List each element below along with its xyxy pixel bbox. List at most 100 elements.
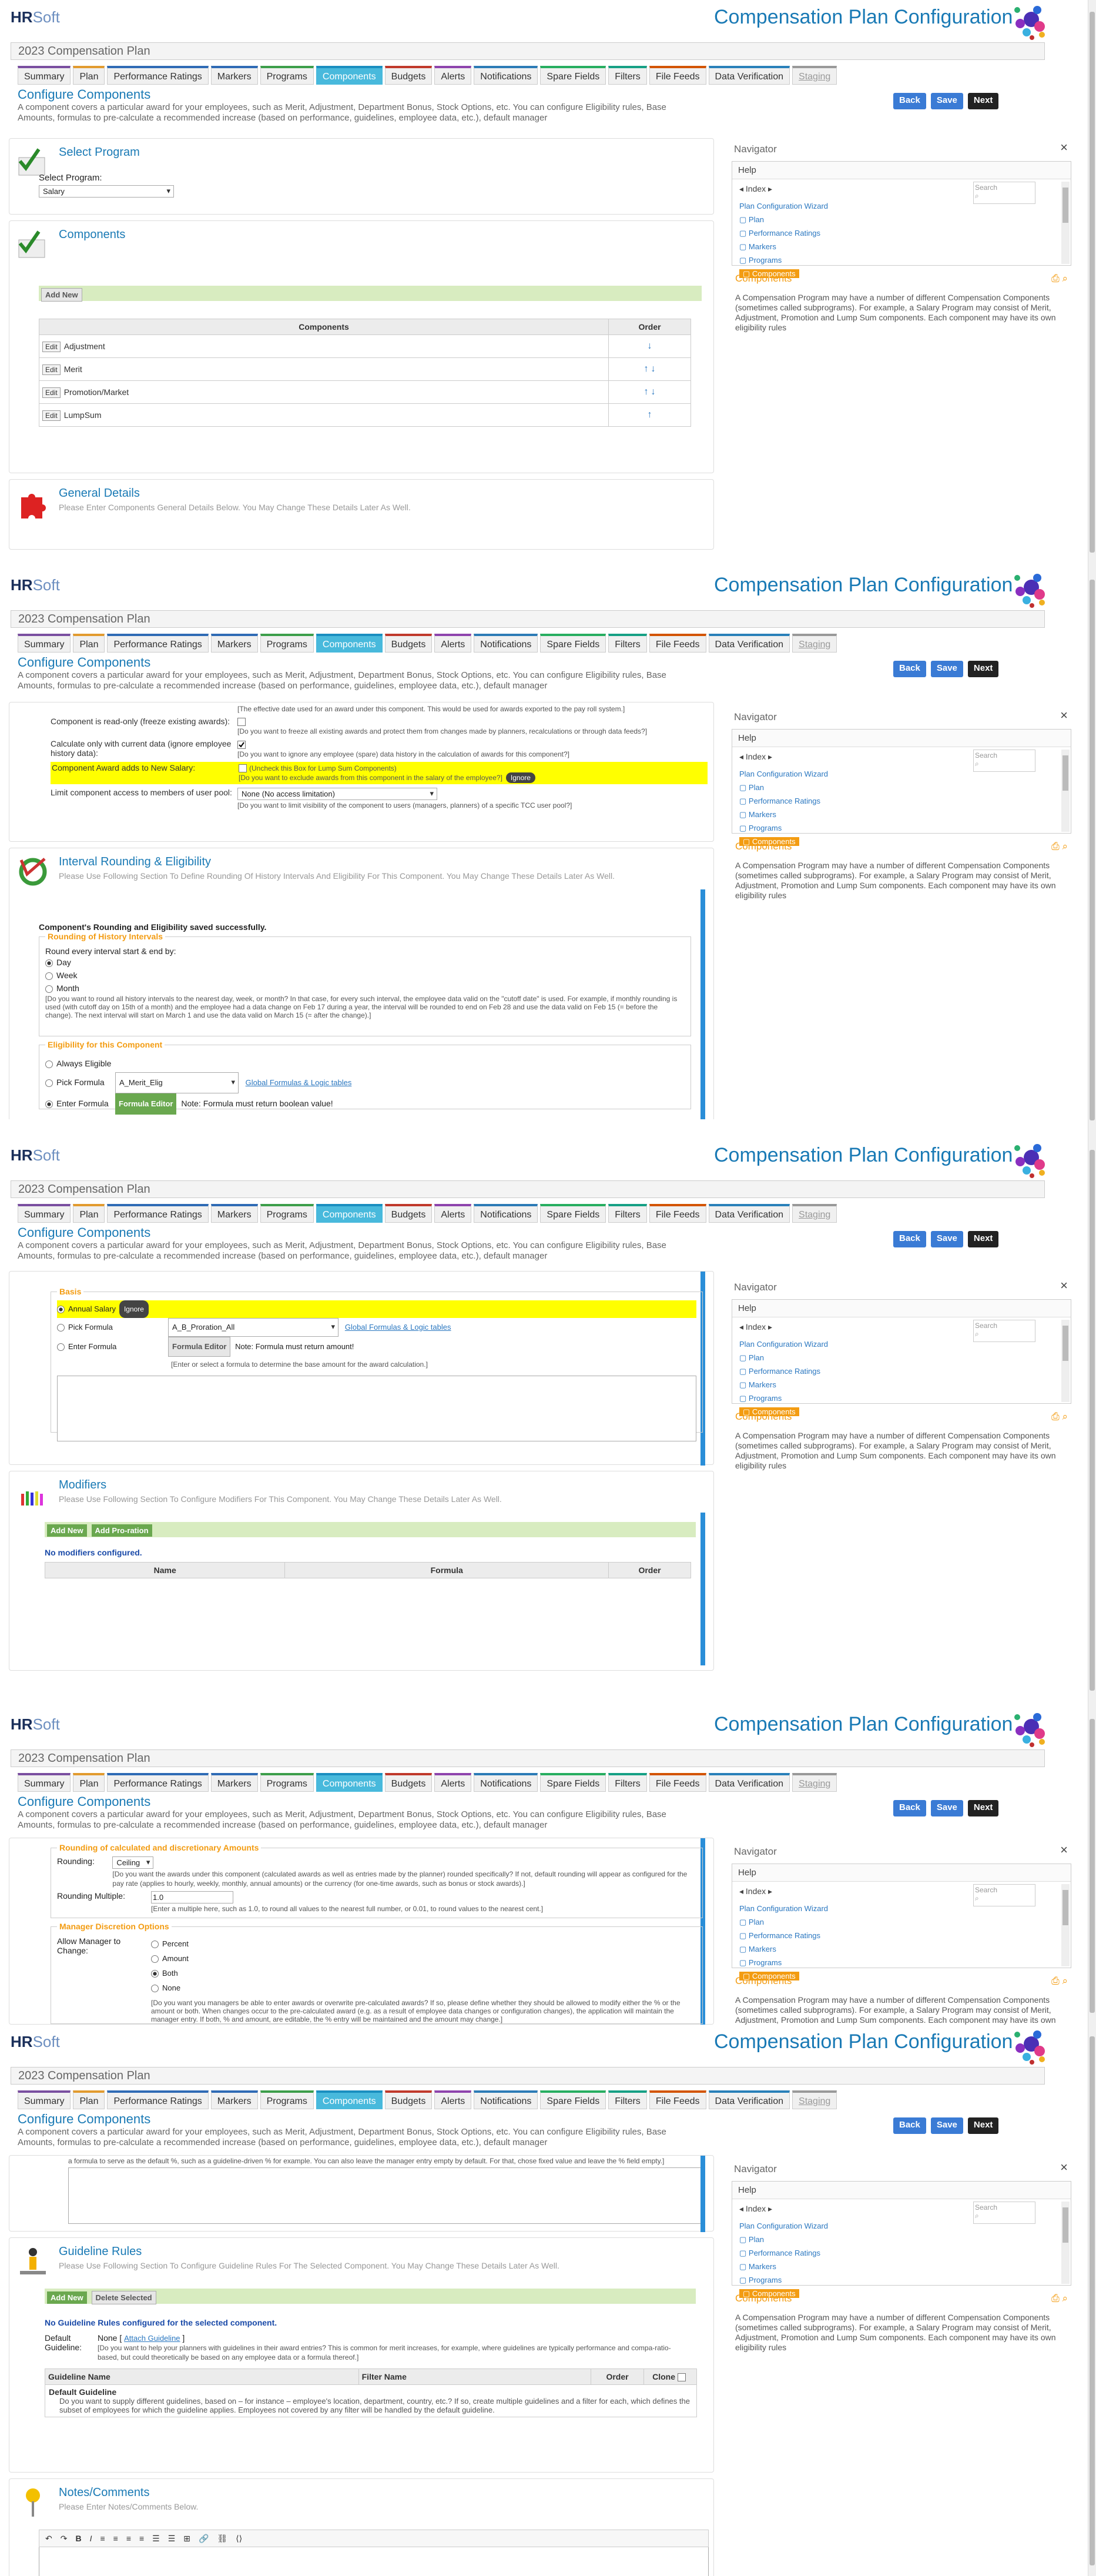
tab-components[interactable]: Components <box>316 634 383 653</box>
search-input[interactable]: Search ⌕ <box>973 2202 1035 2224</box>
justify-icon[interactable]: ≡ <box>139 2534 144 2543</box>
zoom-icon[interactable]: ⌕ <box>1062 1411 1068 1422</box>
edit-button[interactable]: Edit <box>42 387 61 398</box>
annual-salary-radio[interactable] <box>57 1306 65 1314</box>
nav-item[interactable]: ▢ Plan <box>739 2233 828 2246</box>
tab-spare-fields[interactable]: Spare Fields <box>540 634 606 653</box>
tab-data-verification[interactable]: Data Verification <box>708 1773 790 1792</box>
tab-data-verification[interactable]: Data Verification <box>708 1204 790 1223</box>
page-scrollbar[interactable] <box>1088 1707 1096 2025</box>
user-pool-select[interactable]: None (No access limitation) <box>237 787 437 800</box>
edit-button[interactable]: Edit <box>42 410 61 421</box>
tab-staging[interactable]: Staging <box>792 634 837 653</box>
round-month-radio[interactable] <box>45 985 53 993</box>
zoom-icon[interactable]: ⌕ <box>1062 1975 1068 1986</box>
tab-markers[interactable]: Markers <box>210 634 258 653</box>
nav-item[interactable]: ▢ Programs <box>739 253 828 267</box>
tab-notifications[interactable]: Notifications <box>474 1204 538 1223</box>
print-icon[interactable]: ⎙ <box>1051 2293 1060 2304</box>
zoom-icon[interactable]: ⌕ <box>1062 273 1068 284</box>
tab-programs[interactable]: Programs <box>260 1773 314 1792</box>
tab-summary[interactable]: Summary <box>18 634 71 653</box>
tab-staging[interactable]: Staging <box>792 66 837 85</box>
zoom-icon[interactable]: ⌕ <box>1062 2293 1068 2304</box>
move-up-icon[interactable]: ↑ <box>648 410 652 420</box>
global-formulas-link[interactable]: Global Formulas & Logic tables <box>246 1078 352 1087</box>
add-new-button[interactable]: Add New <box>47 1524 87 1537</box>
nav-item[interactable]: Plan Configuration Wizard <box>739 2219 828 2233</box>
bold-icon[interactable]: B <box>75 2534 81 2543</box>
tab-programs[interactable]: Programs <box>260 66 314 85</box>
print-icon[interactable]: ⎙ <box>1051 273 1060 284</box>
tab-components[interactable]: Components <box>316 66 383 85</box>
move-down-icon[interactable]: ↓ <box>648 341 652 351</box>
round-day-radio[interactable] <box>45 959 53 967</box>
tab-performance-ratings[interactable]: Performance Ratings <box>107 634 209 653</box>
nav-item[interactable]: ▢ Components <box>739 2287 828 2300</box>
next-button[interactable]: Next <box>967 1800 999 1816</box>
nav-item[interactable]: ▢ Performance Ratings <box>739 794 828 808</box>
next-button[interactable]: Next <box>967 1231 999 1247</box>
back-button[interactable]: Back <box>893 661 926 677</box>
formula-editor-button[interactable]: Formula Editor <box>168 1337 231 1357</box>
align-center-icon[interactable]: ≡ <box>113 2534 118 2543</box>
adds-salary-checkbox[interactable] <box>239 764 247 772</box>
back-button[interactable]: Back <box>893 1231 926 1247</box>
index-label[interactable]: ◂ Index ▸ <box>739 752 772 762</box>
nav-item[interactable]: ▢ Performance Ratings <box>739 2246 828 2260</box>
nav-item[interactable]: ▢ Performance Ratings <box>739 1929 828 1942</box>
link-icon[interactable]: 🔗 <box>199 2534 209 2544</box>
tab-plan[interactable]: Plan <box>73 634 105 653</box>
close-icon[interactable]: × <box>1060 1278 1068 1293</box>
tab-spare-fields[interactable]: Spare Fields <box>540 1204 606 1223</box>
tab-summary[interactable]: Summary <box>18 1773 71 1792</box>
tab-staging[interactable]: Staging <box>792 2090 837 2109</box>
tab-plan[interactable]: Plan <box>73 66 105 85</box>
tab-plan[interactable]: Plan <box>73 1204 105 1223</box>
move-up-icon[interactable]: ↑ <box>644 387 649 397</box>
nav-item[interactable]: ▢ Plan <box>739 1915 828 1929</box>
tab-performance-ratings[interactable]: Performance Ratings <box>107 2090 209 2109</box>
tab-programs[interactable]: Programs <box>260 634 314 653</box>
redo-icon[interactable]: ↷ <box>61 2534 68 2544</box>
rounding-multiple-input[interactable]: 1.0 <box>151 1891 233 1903</box>
tab-data-verification[interactable]: Data Verification <box>708 2090 790 2109</box>
tab-budgets[interactable]: Budgets <box>384 66 433 85</box>
pick-formula-radio[interactable] <box>57 1324 65 1332</box>
tab-alerts[interactable]: Alerts <box>434 1773 472 1792</box>
tab-components[interactable]: Components <box>316 1204 383 1223</box>
search-input[interactable]: Search ⌕ <box>973 1320 1035 1342</box>
next-button[interactable]: Next <box>967 2117 999 2134</box>
tab-plan[interactable]: Plan <box>73 1773 105 1792</box>
tab-programs[interactable]: Programs <box>260 1204 314 1223</box>
nav-item[interactable]: ▢ Components <box>739 267 828 280</box>
index-label[interactable]: ◂ Index ▸ <box>739 1322 772 1332</box>
tab-file-feeds[interactable]: File Feeds <box>649 1204 706 1223</box>
tab-data-verification[interactable]: Data Verification <box>708 66 790 85</box>
italic-icon[interactable]: I <box>90 2534 92 2543</box>
source-code-icon[interactable]: ⟨⟩ <box>236 2534 242 2544</box>
allow-amount-radio[interactable] <box>151 1955 159 1963</box>
tab-performance-ratings[interactable]: Performance Ratings <box>107 1773 209 1792</box>
tab-filters[interactable]: Filters <box>608 1773 647 1792</box>
tab-programs[interactable]: Programs <box>260 2090 314 2109</box>
nav-item[interactable]: ▢ Plan <box>739 781 828 794</box>
print-icon[interactable]: ⎙ <box>1051 1411 1060 1422</box>
tab-alerts[interactable]: Alerts <box>434 66 472 85</box>
tab-budgets[interactable]: Budgets <box>384 1773 433 1792</box>
tab-filters[interactable]: Filters <box>608 66 647 85</box>
back-button[interactable]: Back <box>893 2117 926 2134</box>
always-eligible-radio[interactable] <box>45 1060 53 1068</box>
nav-item[interactable]: ▢ Programs <box>739 2273 828 2287</box>
current-data-checkbox[interactable] <box>237 740 246 749</box>
page-scrollbar[interactable] <box>1088 1138 1096 1707</box>
formula-textarea[interactable] <box>57 1376 696 1441</box>
tab-notifications[interactable]: Notifications <box>474 66 538 85</box>
tab-data-verification[interactable]: Data Verification <box>708 634 790 653</box>
edit-button[interactable]: Edit <box>42 342 61 352</box>
tab-performance-ratings[interactable]: Performance Ratings <box>107 66 209 85</box>
select-all-checkbox[interactable] <box>677 2373 686 2382</box>
save-button[interactable]: Save <box>930 661 963 677</box>
rounding-select[interactable]: Ceiling <box>112 1856 154 1869</box>
formula-editor-button[interactable]: Formula Editor <box>115 1093 177 1115</box>
